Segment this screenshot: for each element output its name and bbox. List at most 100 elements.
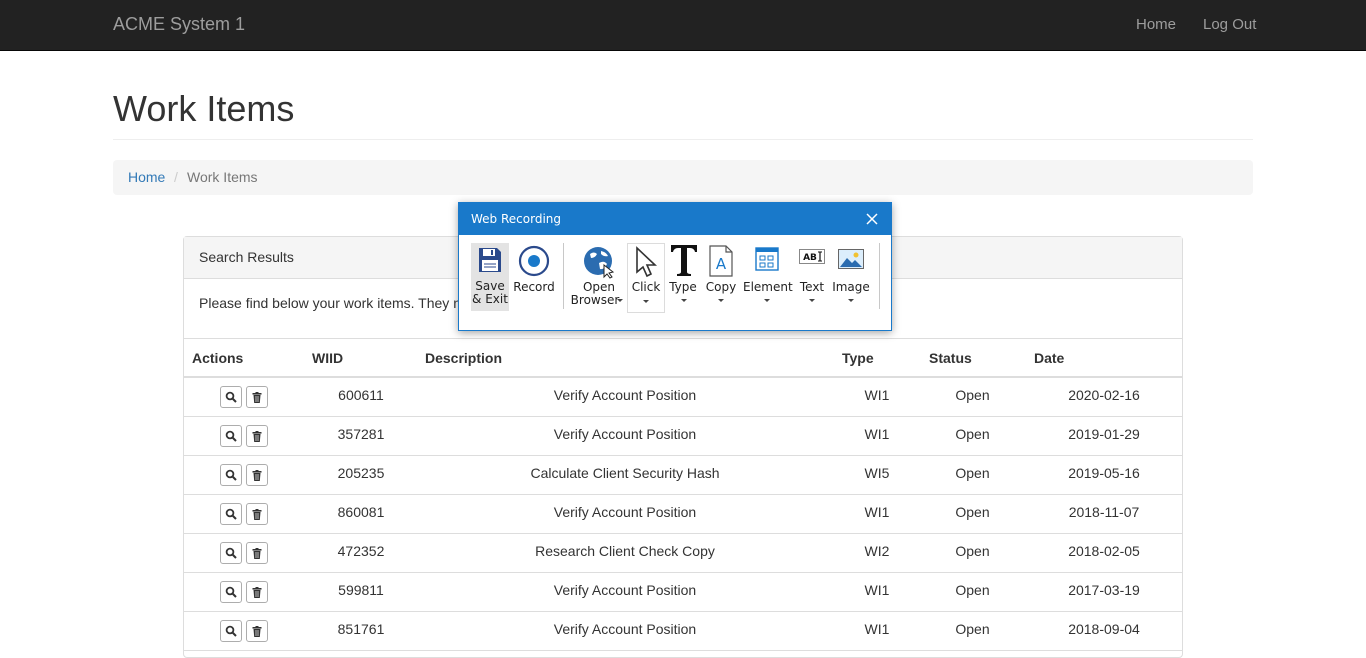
cell-status: Open: [955, 582, 990, 598]
cell-wiid: 851761: [337, 621, 385, 637]
view-button[interactable]: [220, 386, 242, 408]
cell-type: WI1: [864, 387, 890, 403]
cell-wiid: 600611: [338, 387, 384, 403]
view-button[interactable]: [220, 542, 242, 564]
delete-button[interactable]: [246, 464, 268, 486]
document-a-icon: A: [709, 245, 733, 277]
delete-button[interactable]: [246, 386, 268, 408]
view-button[interactable]: [220, 464, 242, 486]
copy-label: Copy: [705, 280, 737, 294]
cell-type: WI1: [864, 582, 890, 598]
abi-text-icon: AB: [799, 249, 825, 264]
table-row: 599811 Verify Account Position WI1 Open …: [184, 572, 1182, 612]
cell-description: Verify Account Position: [553, 582, 697, 598]
top-navbar: ACME System 1 Home Log Out: [0, 0, 1366, 51]
view-button[interactable]: [220, 620, 242, 642]
brand-title[interactable]: ACME System 1: [113, 14, 245, 35]
view-button[interactable]: [220, 503, 242, 525]
table-row: 600611 Verify Account Position WI1 Open …: [184, 377, 1182, 417]
cell-wiid: 472352: [337, 543, 385, 559]
type-caret[interactable]: [681, 299, 687, 302]
breadcrumb-current: Work Items: [187, 169, 258, 185]
table-row: 472352 Research Client Check Copy WI2 Op…: [184, 533, 1182, 573]
cell-type: WI1: [864, 426, 890, 442]
cell-status: Open: [955, 387, 990, 403]
click-caret[interactable]: [643, 300, 649, 303]
element-caret[interactable]: [764, 299, 770, 302]
image-button[interactable]: Image: [831, 243, 871, 311]
view-button[interactable]: [220, 425, 242, 447]
page-title: Work Items: [113, 88, 295, 129]
text-caret[interactable]: [809, 299, 815, 302]
delete-button[interactable]: [246, 581, 268, 603]
svg-text:AB: AB: [803, 253, 817, 263]
type-label: Type: [669, 280, 697, 294]
nav-logout-link[interactable]: Log Out: [1203, 16, 1256, 33]
cell-date: 2018-11-07: [1068, 504, 1140, 520]
search-icon: [225, 508, 237, 520]
cell-type: WI2: [864, 543, 890, 559]
picture-icon: [838, 249, 864, 269]
table-row: 860081 Verify Account Position WI1 Open …: [184, 494, 1182, 534]
header-status: Status: [929, 350, 972, 366]
search-icon: [225, 469, 237, 481]
cell-status: Open: [955, 426, 990, 442]
trash-icon: [252, 586, 262, 598]
open-browser-caret[interactable]: [617, 299, 623, 302]
cell-date: 2017-03-19: [1068, 582, 1140, 598]
copy-caret[interactable]: [718, 299, 724, 302]
cell-date: 2018-02-05: [1068, 543, 1140, 559]
delete-button[interactable]: [246, 503, 268, 525]
header-date: Date: [1034, 350, 1065, 366]
table-row: 205235 Calculate Client Security Hash WI…: [184, 455, 1182, 495]
element-button[interactable]: Element: [743, 243, 793, 311]
cell-wiid: 357281: [337, 426, 385, 442]
table-row: 851761 Verify Account Position WI1 Open …: [184, 611, 1182, 651]
delete-button[interactable]: [246, 620, 268, 642]
breadcrumb-home-link[interactable]: Home: [128, 169, 165, 185]
delete-button[interactable]: [246, 542, 268, 564]
web-recording-dialog: Web Recording Save & Exit Record Open Br…: [458, 202, 892, 331]
open-browser-button[interactable]: Open Browser: [571, 243, 627, 311]
cell-date: 2019-05-16: [1068, 465, 1140, 481]
dialog-title: Web Recording: [471, 212, 561, 226]
globe-icon: [584, 247, 615, 279]
delete-button[interactable]: [246, 425, 268, 447]
element-label: Element: [743, 280, 793, 294]
cell-wiid: 599811: [338, 582, 384, 598]
search-icon: [225, 586, 237, 598]
svg-text:A: A: [716, 255, 727, 273]
click-button[interactable]: Click: [627, 243, 665, 313]
nav-home-link[interactable]: Home: [1136, 16, 1176, 33]
cell-description: Verify Account Position: [553, 504, 697, 520]
type-button[interactable]: Type: [667, 243, 699, 311]
search-icon: [225, 547, 237, 559]
view-button[interactable]: [220, 581, 242, 603]
trash-icon: [252, 625, 262, 637]
record-label: Record: [513, 280, 555, 294]
table-row: 357281 Verify Account Position WI1 Open …: [184, 416, 1182, 456]
table-header: Actions WIID Description Type Status Dat…: [184, 338, 1182, 378]
dialog-titlebar[interactable]: Web Recording: [459, 203, 891, 235]
cell-status: Open: [955, 543, 990, 559]
cell-type: WI1: [864, 621, 890, 637]
breadcrumb-separator: /: [174, 169, 178, 185]
copy-button[interactable]: A Copy: [703, 243, 739, 311]
search-icon: [225, 625, 237, 637]
cell-description: Verify Account Position: [553, 426, 697, 442]
toolbar-separator: [563, 243, 564, 309]
record-icon: [518, 245, 550, 277]
record-button[interactable]: Record: [513, 243, 555, 311]
cell-wiid: 860081: [337, 504, 385, 520]
trash-icon: [252, 547, 262, 559]
cell-date: 2018-09-04: [1068, 621, 1140, 637]
close-button[interactable]: [863, 210, 881, 228]
panel-body-text: Please find below your work items. They …: [199, 295, 461, 311]
text-button[interactable]: AB Text: [795, 243, 829, 311]
header-wiid: WIID: [312, 350, 344, 366]
image-caret[interactable]: [848, 299, 854, 302]
cell-description: Calculate Client Security Hash: [530, 465, 720, 481]
exit-label: & Exit: [472, 292, 508, 306]
save-exit-button[interactable]: Save & Exit: [471, 243, 509, 311]
search-icon: [225, 430, 237, 442]
